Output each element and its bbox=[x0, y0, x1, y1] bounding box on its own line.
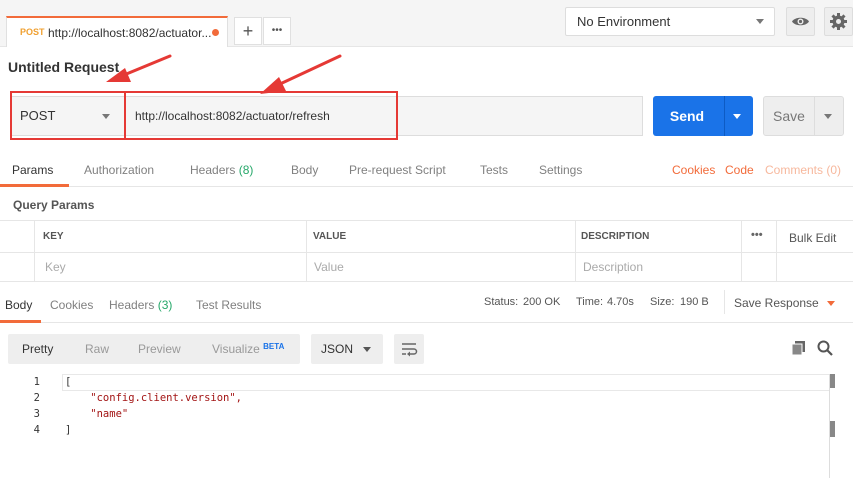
status-divider bbox=[724, 290, 725, 314]
annotation-arrow-method-head bbox=[106, 68, 131, 82]
line-number: 3 bbox=[33, 408, 40, 420]
column-header-value: VALUE bbox=[313, 231, 347, 242]
format-value: JSON bbox=[321, 342, 354, 356]
response-tab-headers-count: (3) bbox=[157, 298, 173, 312]
table-divider bbox=[741, 221, 742, 282]
tab-body[interactable]: Body bbox=[291, 163, 318, 177]
code-line[interactable]: "name" bbox=[65, 408, 128, 420]
view-pretty-tab[interactable]: Pretty bbox=[22, 342, 53, 356]
tab-headers-label: Headers bbox=[190, 163, 236, 177]
query-params-table bbox=[0, 220, 853, 282]
tab-authorization[interactable]: Authorization bbox=[84, 163, 154, 177]
scrollbar-marker bbox=[830, 374, 835, 388]
value-input[interactable]: Value bbox=[314, 260, 344, 274]
scrollbar-marker bbox=[830, 421, 835, 437]
time-value[interactable]: 4.70s bbox=[607, 296, 634, 308]
status-value[interactable]: 200 OK bbox=[523, 296, 560, 308]
tab-prerequest-script[interactable]: Pre-request Script bbox=[349, 163, 446, 177]
response-tab-test-results[interactable]: Test Results bbox=[196, 298, 261, 312]
visualize-label: Visualize bbox=[212, 342, 260, 356]
size-value[interactable]: 190 B bbox=[680, 296, 709, 308]
annotation-arrow-url-head bbox=[260, 77, 286, 94]
code-line[interactable]: "config.client.version", bbox=[65, 392, 242, 404]
view-preview-tab[interactable]: Preview bbox=[138, 342, 181, 356]
response-tab-headers-label: Headers bbox=[109, 298, 155, 312]
line-number: 4 bbox=[33, 424, 40, 436]
more-options-button[interactable]: ••• bbox=[751, 229, 763, 241]
code-line[interactable]: [ bbox=[65, 376, 71, 388]
tab-tests[interactable]: Tests bbox=[480, 163, 508, 177]
column-header-key: KEY bbox=[43, 231, 64, 242]
line-number: 2 bbox=[33, 392, 40, 404]
params-tab-underline bbox=[0, 184, 69, 187]
response-tab-cookies[interactable]: Cookies bbox=[50, 298, 93, 312]
size-label: Size: bbox=[650, 296, 675, 308]
save-response-button[interactable]: Save Response bbox=[734, 296, 819, 310]
table-divider bbox=[306, 221, 307, 282]
tab-params[interactable]: Params bbox=[12, 163, 53, 177]
description-input[interactable]: Description bbox=[583, 260, 643, 274]
code-line[interactable]: ] bbox=[65, 424, 71, 436]
table-divider bbox=[776, 221, 777, 282]
response-tabs-border bbox=[0, 322, 853, 323]
query-params-heading: Query Params bbox=[13, 198, 95, 212]
annotation-arrow-method-shaft bbox=[122, 54, 172, 77]
view-visualize-tab[interactable]: Visualize BETA bbox=[212, 342, 284, 356]
active-line-highlight bbox=[62, 374, 830, 391]
save-response-dropdown-icon[interactable] bbox=[827, 301, 835, 306]
comments-link[interactable]: Comments (0) bbox=[765, 163, 841, 177]
wrap-lines-icon bbox=[402, 343, 418, 357]
response-body-tab-underline bbox=[0, 320, 41, 323]
tab-settings[interactable]: Settings bbox=[539, 163, 582, 177]
tab-headers[interactable]: Headers (8) bbox=[190, 163, 253, 177]
time-label: Time: bbox=[576, 296, 604, 308]
copy-icon[interactable] bbox=[790, 339, 808, 357]
column-header-description: DESCRIPTION bbox=[581, 231, 650, 242]
annotation-arrow-url-shaft bbox=[278, 54, 342, 86]
key-input[interactable]: Key bbox=[45, 260, 66, 274]
status-label: Status: bbox=[484, 296, 519, 308]
beta-badge: BETA bbox=[263, 342, 285, 351]
table-divider bbox=[575, 221, 576, 282]
line-number: 1 bbox=[33, 376, 40, 388]
response-tab-body[interactable]: Body bbox=[5, 298, 32, 312]
code-link[interactable]: Code bbox=[725, 163, 754, 177]
view-raw-tab[interactable]: Raw bbox=[85, 342, 109, 356]
wrap-lines-button[interactable] bbox=[394, 334, 424, 364]
format-select[interactable]: JSON bbox=[311, 334, 383, 364]
search-icon[interactable] bbox=[816, 339, 834, 357]
table-divider bbox=[34, 221, 35, 282]
response-tab-headers[interactable]: Headers (3) bbox=[109, 298, 172, 312]
bulk-edit-link[interactable]: Bulk Edit bbox=[789, 231, 836, 245]
tab-headers-count: (8) bbox=[238, 163, 254, 177]
cookies-link[interactable]: Cookies bbox=[672, 163, 715, 177]
chevron-down-icon bbox=[363, 347, 371, 352]
